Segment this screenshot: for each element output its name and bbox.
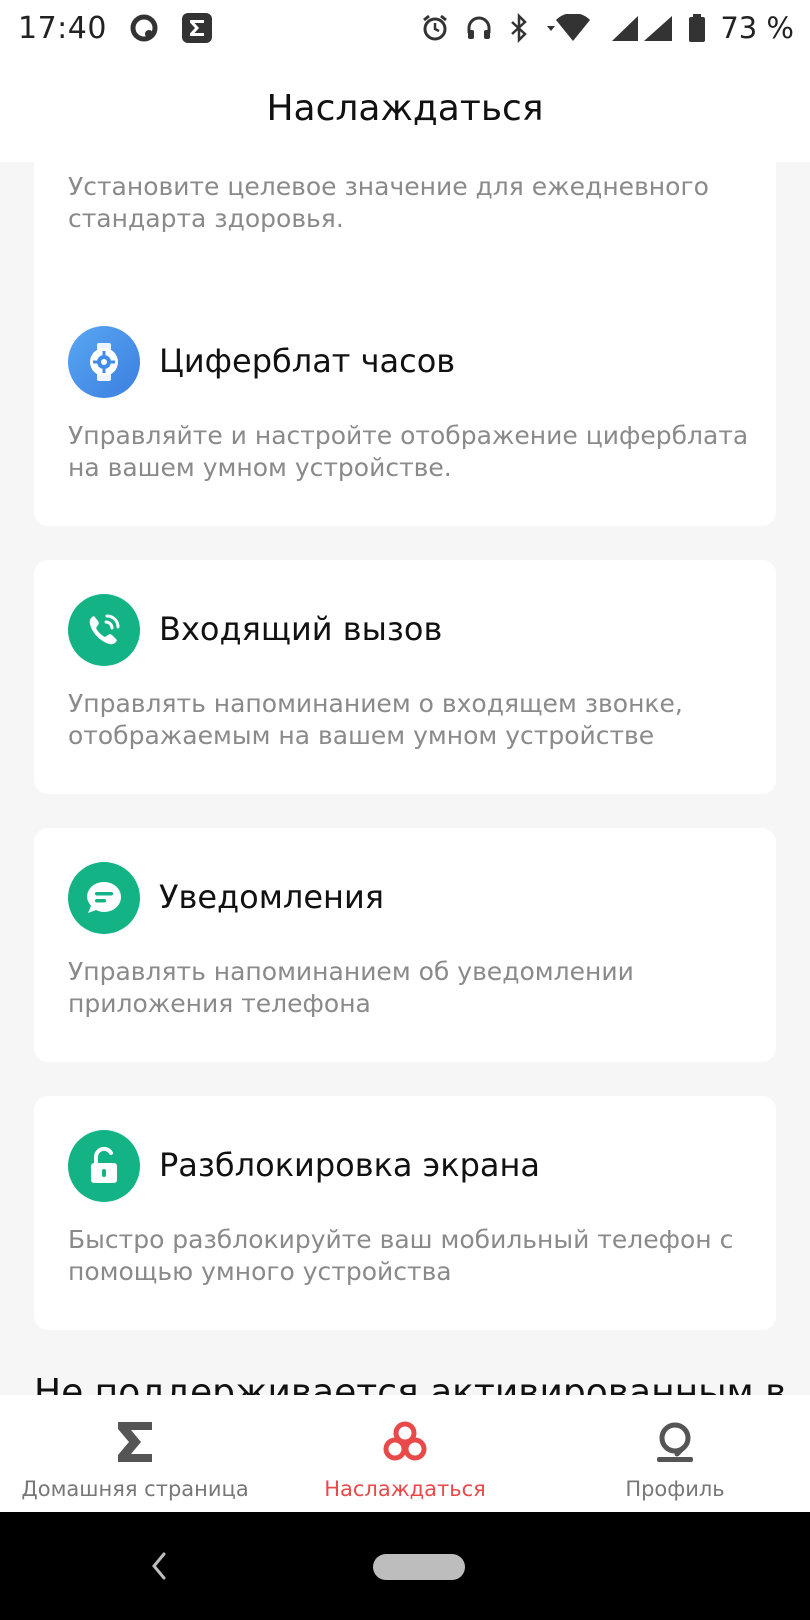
bluetooth-icon — [508, 13, 530, 43]
feature-description: Быстро разблокируйте ваш мобильный телеф… — [68, 1225, 734, 1286]
wifi-icon — [544, 14, 596, 42]
page-title: Наслаждаться — [266, 87, 544, 129]
status-time: 17:40 — [18, 10, 107, 46]
alarm-icon — [420, 13, 450, 43]
feature-description: Управлять напоминанием о входящем звонке… — [68, 689, 683, 750]
unsupported-section-heading: Не поддерживается активированным в — [34, 1372, 787, 1395]
phone-call-icon — [68, 594, 140, 666]
assistant-icon — [129, 13, 159, 43]
sigma-app-icon — [181, 12, 213, 44]
enjoy-icon — [382, 1417, 428, 1467]
incoming-call-card[interactable]: Входящий вызов Управлять напоминанием о … — [34, 560, 776, 794]
signal-icon — [610, 14, 674, 42]
home-button[interactable] — [373, 1554, 465, 1580]
battery-icon — [688, 13, 706, 43]
unlock-icon — [68, 1130, 140, 1202]
nav-enjoy[interactable]: Наслаждаться — [270, 1395, 540, 1512]
nav-profile[interactable]: Профиль — [540, 1395, 810, 1512]
feature-title: Входящий вызов — [159, 610, 443, 648]
app-header: Наслаждаться — [0, 56, 810, 162]
feature-description: Управляйте и настройте отображение цифер… — [68, 421, 749, 482]
feature-description: Управлять напоминанием об уведомлении пр… — [68, 957, 634, 1018]
nav-label: Профиль — [625, 1477, 725, 1501]
notifications-card[interactable]: Уведомления Управлять напоминанием об ув… — [34, 828, 776, 1062]
battery-percent: 73 % — [720, 11, 794, 45]
feature-title: Уведомления — [159, 878, 384, 916]
nav-home[interactable]: Домашняя страница — [0, 1395, 270, 1512]
profile-icon — [653, 1417, 697, 1467]
bottom-nav: Домашняя страница Наслаждаться Профиль — [0, 1395, 810, 1512]
status-bar: 17:40 73 % — [0, 0, 810, 56]
feature-title: Разблокировка экрана — [159, 1146, 541, 1184]
screen-unlock-card[interactable]: Разблокировка экрана Быстро разблокируйт… — [34, 1096, 776, 1330]
health-goal-description: Установите целевое значение для ежедневн… — [68, 172, 709, 233]
nav-label: Наслаждаться — [324, 1477, 486, 1501]
feature-list[interactable]: Установите целевое значение для ежедневн… — [0, 162, 810, 1395]
watch-face-icon — [68, 326, 140, 398]
back-icon[interactable] — [144, 1546, 172, 1586]
screen: 17:40 73 % Наслаждаться Установите целев… — [0, 0, 810, 1620]
headphones-icon — [464, 13, 494, 43]
message-icon — [68, 862, 140, 934]
feature-title: Циферблат часов — [159, 342, 456, 380]
nav-label: Домашняя страница — [21, 1477, 249, 1501]
system-nav-bar — [0, 1512, 810, 1620]
watch-face-card[interactable]: Циферблат часов Управляйте и настройте о… — [34, 292, 776, 526]
sigma-icon — [115, 1417, 155, 1467]
